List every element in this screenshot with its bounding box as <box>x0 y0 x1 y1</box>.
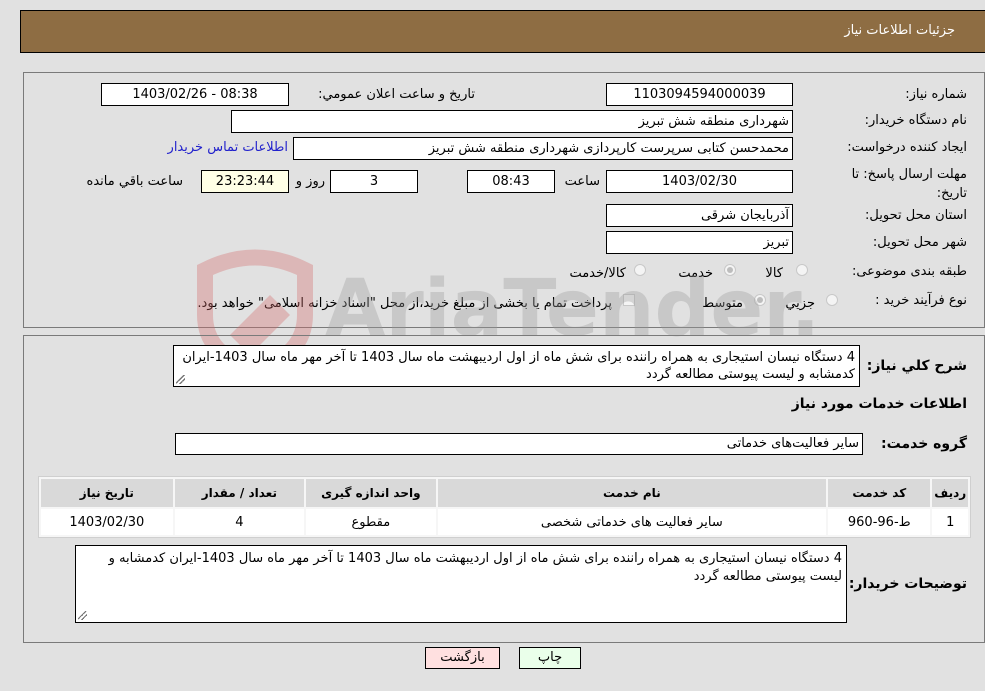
announce-date-label: تاریخ و ساعت اعلان عمومي: <box>318 87 475 102</box>
cell-unit: مقطوع <box>306 509 436 535</box>
summary-textarea[interactable]: 4 دستگاه نیسان استیجاری به همراه راننده … <box>173 345 860 387</box>
creator-label: ایجاد کننده درخواست: <box>847 140 967 155</box>
process-minor-label: جزيي <box>785 296 815 311</box>
province-label: استان محل تحویل: <box>865 208 967 223</box>
resize-grip-icon[interactable] <box>78 611 87 620</box>
buyer-notes-label: توضیحات خریدار: <box>848 576 967 592</box>
deadline-date-field: 1403/02/30 <box>606 170 793 193</box>
need-number-field: 1103094594000039 <box>606 83 793 106</box>
province-field: آذربایجان شرقی <box>606 204 793 227</box>
back-button[interactable]: بازگشت <box>425 647 500 669</box>
table-row: 1403/02/30 4 مقطوع سایر فعالیت های خدمات… <box>41 509 968 535</box>
table-header-row: تاریخ نیاز تعداد / مقدار واحد اندازه گیر… <box>41 479 968 507</box>
category-service-radio[interactable] <box>724 264 736 276</box>
need-number-label: شماره نیاز: <box>905 87 967 102</box>
process-minor-radio[interactable] <box>826 294 838 306</box>
col-unit: واحد اندازه گیری <box>306 479 436 507</box>
category-goods-service-label: کالا/خدمت <box>569 266 626 281</box>
cell-quantity: 4 <box>174 509 305 535</box>
cell-need-date: 1403/02/30 <box>41 509 173 535</box>
buyer-org-label: نام دستگاه خریدار: <box>864 113 967 128</box>
buyer-org-field: شهرداری منطقه شش تبریز <box>231 110 793 133</box>
days-remaining-field: 3 <box>330 170 418 193</box>
deadline-time-field: 08:43 <box>467 170 555 193</box>
summary-text: 4 دستگاه نیسان استیجاری به همراه راننده … <box>182 350 855 382</box>
days-label: روز و <box>295 174 325 189</box>
city-field: تبریز <box>606 231 793 254</box>
deadline-label: مهلت ارسال پاسخ: تا تاریخ: <box>851 167 967 201</box>
col-need-date: تاریخ نیاز <box>41 479 173 507</box>
treasury-checkbox-label: پرداخت تمام یا بخشی از مبلغ خرید،از محل … <box>197 296 612 311</box>
category-label: طبقه بندی موضوعی: <box>851 264 967 279</box>
process-label: نوع فرآیند خرید : <box>875 293 967 308</box>
category-goods-radio[interactable] <box>796 264 808 276</box>
col-service-code: کد خدمت <box>828 479 931 507</box>
category-goods-label: کالا <box>765 266 783 281</box>
service-group-label: گروه خدمت: <box>881 436 967 452</box>
page-header: جزئیات اطلاعات نیاز <box>20 10 985 53</box>
col-quantity: تعداد / مقدار <box>174 479 305 507</box>
deadline-time-label: ساعت <box>564 174 600 189</box>
treasury-checkbox[interactable] <box>623 294 635 306</box>
buyer-contact-link[interactable]: اطلاعات تماس خریدار <box>168 140 288 155</box>
buyer-notes-textarea[interactable]: 4 دستگاه نیسان استیجاری به همراه راننده … <box>75 545 847 623</box>
creator-field: محمدحسن کتابی سرپرست کارپردازی شهرداری م… <box>293 137 793 160</box>
announce-date-field: 1403/02/26 - 08:38 <box>101 83 289 106</box>
buyer-notes-text: 4 دستگاه نیسان استیجاری به همراه راننده … <box>108 551 842 584</box>
city-label: شهر محل تحویل: <box>872 235 967 250</box>
time-remaining-label: ساعت باقي مانده <box>86 174 183 189</box>
summary-label: شرح کلي نیاز: <box>866 358 967 374</box>
cell-row-number: 1 <box>932 509 968 535</box>
services-heading: اطلاعات خدمات مورد نیاز <box>791 396 967 412</box>
cell-service-code: ط-96-960 <box>828 509 931 535</box>
process-medium-label: متوسط <box>702 296 743 311</box>
col-service-name: نام خدمت <box>437 479 827 507</box>
services-table: تاریخ نیاز تعداد / مقدار واحد اندازه گیر… <box>38 476 971 538</box>
process-medium-radio[interactable] <box>754 294 766 306</box>
category-service-label: خدمت <box>678 266 713 281</box>
col-row-number: ردیف <box>932 479 968 507</box>
service-group-field: سایر فعالیت‌های خدماتی <box>175 433 863 455</box>
category-goods-service-radio[interactable] <box>634 264 646 276</box>
print-button[interactable]: چاپ <box>519 647 581 669</box>
time-remaining-field: 23:23:44 <box>201 170 289 193</box>
cell-service-name: سایر فعالیت های خدماتی شخصی <box>437 509 827 535</box>
resize-grip-icon[interactable] <box>176 375 185 384</box>
page-title: جزئیات اطلاعات نیاز <box>844 23 955 38</box>
